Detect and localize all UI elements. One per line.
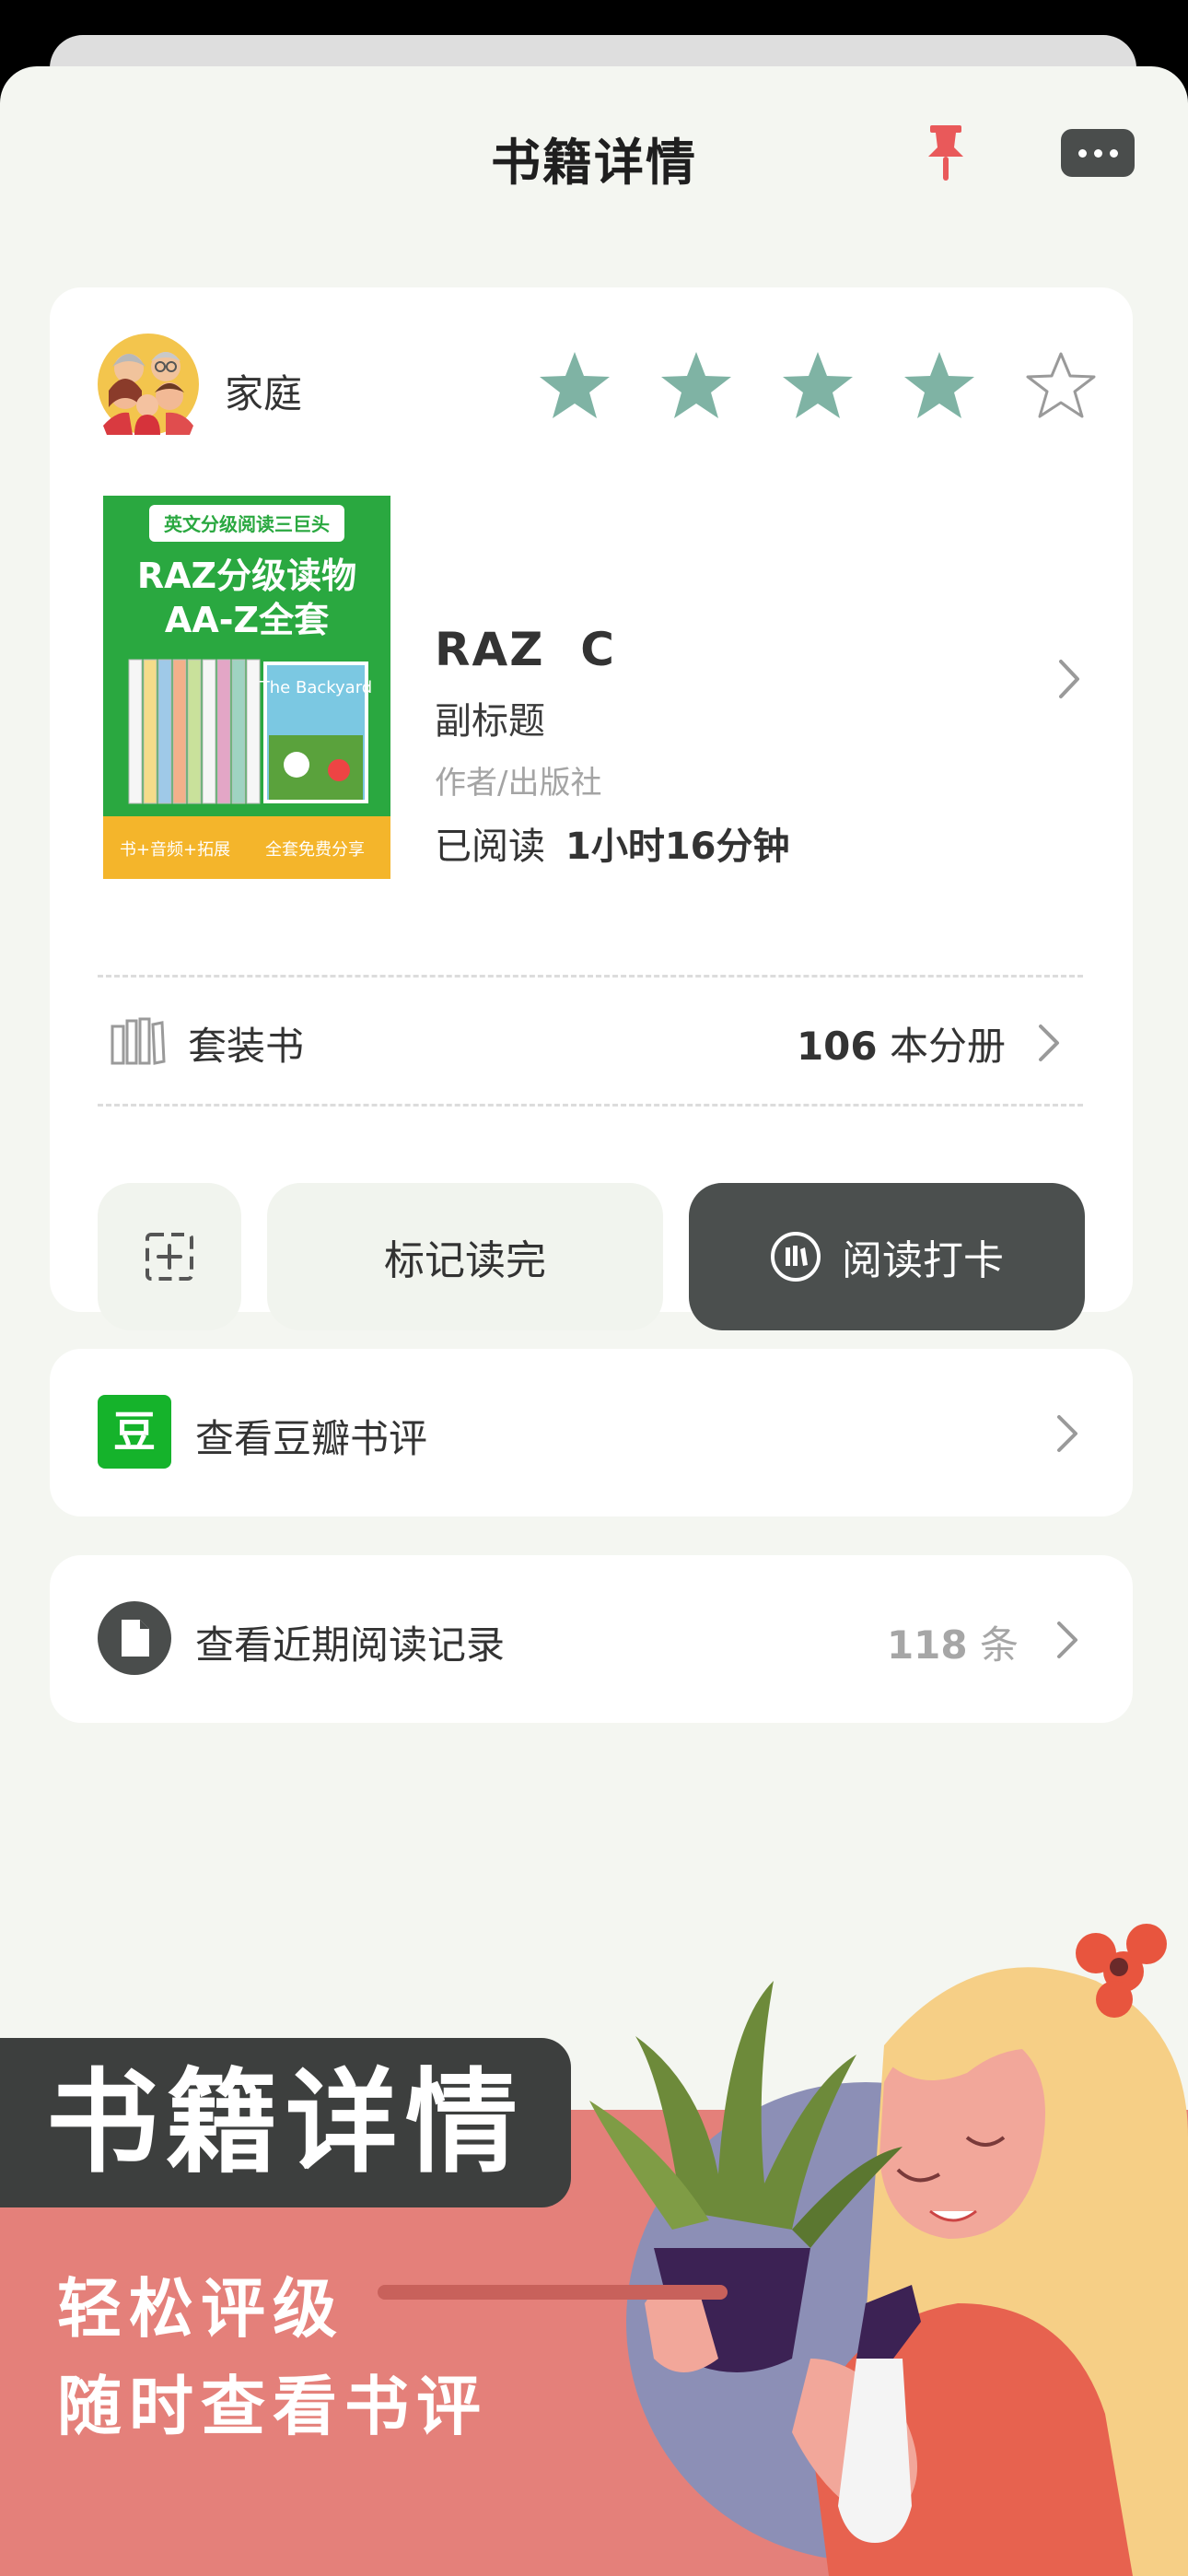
star-outline-icon[interactable] [1020, 345, 1101, 426]
document-icon [98, 1601, 171, 1675]
category-label: 家庭 [225, 371, 303, 416]
set-count[interactable]: 106 本分册 [797, 1015, 1006, 1071]
more-dot-icon [1093, 148, 1102, 158]
book-title: RAZ C [435, 623, 616, 676]
header: 书籍详情 [0, 66, 1188, 241]
book-card: 家庭 英文分级阅读三巨头 RAZ分级读物 AA-Z全套 The Backyard… [50, 287, 1133, 1330]
more-dot-icon [1077, 148, 1087, 158]
book-subtitle: 副标题 [435, 700, 545, 743]
add-box-icon [146, 1233, 193, 1281]
set-label: 套装书 [188, 1024, 305, 1069]
reading-history-row[interactable]: 查看近期阅读记录 118 条 [50, 1555, 1133, 1723]
star-filled-icon[interactable] [899, 345, 980, 426]
promo-line-2: 随时查看书评 [57, 2369, 488, 2444]
chevron-right-icon [1057, 1415, 1077, 1452]
read-time-value: 1小时16分钟 [565, 825, 790, 868]
douban-icon: 豆 [98, 1395, 171, 1469]
cover-title-line1: RAZ分级读物 [137, 556, 356, 596]
star-filled-icon[interactable] [534, 345, 615, 426]
chevron-right-icon[interactable] [1055, 656, 1083, 702]
cover-footer-right: 全套免费分享 [265, 840, 365, 860]
history-count-number: 118 [886, 1622, 968, 1668]
star-filled-icon[interactable] [656, 345, 737, 426]
promo-line-1: 轻松评级 [57, 2271, 344, 2347]
pin-icon[interactable] [917, 120, 974, 188]
divider [98, 1104, 1083, 1107]
cover-title-line2: AA-Z全套 [165, 600, 329, 640]
book-set-icon [111, 1017, 166, 1065]
cover-inner-book-text: The Backyard [259, 678, 372, 697]
read-time-prefix: 已阅读 [435, 825, 545, 868]
reading-history-count: 118 条 [887, 1614, 1019, 1670]
reading-checkin-button[interactable]: 阅读打卡 [689, 1183, 1085, 1330]
family-avatar-icon [98, 334, 199, 435]
set-count-number: 106 [796, 1024, 878, 1069]
checkin-books-icon [771, 1232, 821, 1282]
read-time: 已阅读 1小时16分钟 [435, 816, 790, 870]
history-count-unit: 条 [979, 1622, 1019, 1668]
star-filled-icon[interactable] [777, 345, 858, 426]
douban-icon-text: 豆 [113, 1407, 156, 1457]
cover-footer-left: 书+音频+拓展 [120, 840, 230, 860]
cover-banner-text: 英文分级阅读三巨头 [164, 513, 330, 535]
chevron-right-icon[interactable] [1035, 1021, 1063, 1065]
divider [98, 975, 1083, 978]
set-count-unit: 本分册 [889, 1024, 1006, 1069]
reading-checkin-label: 阅读打卡 [842, 1237, 1004, 1284]
more-dot-icon [1109, 148, 1118, 158]
more-button[interactable] [1061, 129, 1135, 177]
douban-review-row[interactable]: 豆 查看豆瓣书评 [50, 1349, 1133, 1516]
rating-stars[interactable] [534, 345, 1101, 426]
book-cover[interactable]: 英文分级阅读三巨头 RAZ分级读物 AA-Z全套 The Backyard 书+… [103, 496, 390, 879]
promo-illustration [0, 1924, 1188, 2576]
mark-finished-button[interactable]: 标记读完 [267, 1183, 663, 1330]
promo-title: 书籍详情 [0, 2038, 571, 2207]
chevron-right-icon [1057, 1622, 1077, 1658]
add-to-shelf-button[interactable] [98, 1183, 241, 1330]
reading-history-label: 查看近期阅读记录 [195, 1622, 506, 1668]
douban-review-label: 查看豆瓣书评 [195, 1416, 428, 1461]
book-author: 作者/出版社 [435, 765, 602, 802]
page-title: 书籍详情 [491, 134, 697, 192]
